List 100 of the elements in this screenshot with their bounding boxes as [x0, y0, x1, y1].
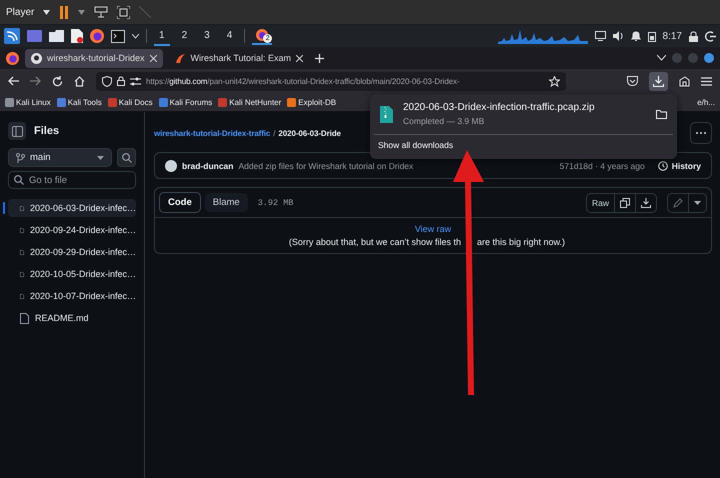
workspace-tab[interactable]: 3 [199, 26, 215, 46]
bookmark-icon [108, 98, 117, 106]
collapse-sidebar-button[interactable] [8, 122, 26, 140]
file-name: 2020-06-03-Dride [278, 128, 341, 138]
bookmark[interactable]: Kali Tools [56, 98, 102, 106]
workspace-tab[interactable]: 4 [222, 26, 238, 46]
disabled-icon [139, 6, 152, 18]
view-raw-link[interactable]: View raw [414, 224, 452, 234]
browser-tab[interactable]: wireshark-tutorial-Dridex [25, 48, 163, 68]
logout-icon[interactable] [705, 30, 716, 42]
download-item[interactable]: 2020-06-03-Dridex-infection-traffic.pcap.zip Completed — 3.9 MB [374, 98, 673, 130]
pocket-icon[interactable] [627, 76, 638, 86]
fullscreen-icon[interactable] [117, 6, 130, 18]
home-icon[interactable] [74, 76, 85, 86]
branch-icon [16, 152, 25, 162]
extensions-icon[interactable] [679, 76, 690, 86]
bookmark[interactable]: Kali Linux [5, 98, 51, 106]
file-tree-item[interactable]: 2020-09-29-Dridex-infec… [8, 243, 136, 261]
show-all-downloads-item[interactable]: Show all downloads [374, 139, 458, 155]
pause-icon[interactable] [59, 6, 70, 18]
go-to-file-field[interactable]: Go to file [8, 171, 136, 189]
caret-icon [97, 156, 104, 160]
sidebar-title: Files [34, 125, 60, 137]
commit-message[interactable]: Added zip files for Wireshark tutorial on Dridex [238, 160, 414, 170]
firefox-icon[interactable] [90, 29, 104, 43]
github-icon [31, 52, 42, 64]
browser-tab[interactable]: Wireshark Tutorial: Exam [168, 48, 310, 68]
sliders-icon [130, 76, 141, 86]
chevron-icon[interactable] [657, 55, 666, 61]
view-tab[interactable]: Code [159, 192, 201, 213]
zip-file-icon [380, 106, 393, 122]
bookmark-icon [5, 98, 14, 106]
volume-icon[interactable] [612, 31, 624, 41]
file-tree-item[interactable]: 2020-10-07-Dridex-infec… [8, 287, 136, 305]
copy-icon [620, 198, 630, 208]
bookmark[interactable]: Exploit-DB [287, 98, 336, 106]
menu-icon[interactable] [701, 76, 712, 86]
repository-link[interactable]: wireshark-tutorial-Dridex-traffic [154, 128, 270, 138]
network-icon[interactable] [94, 6, 108, 18]
bookmark[interactable]: Kali Forums [158, 98, 212, 106]
address-bar[interactable]: https://github.com/pan-unit42/wireshark-tutorial-Dridex-traffic/blob/main/2020-06-03-Dridex- [96, 72, 566, 90]
close-icon[interactable] [296, 54, 304, 62]
search-icon [14, 175, 24, 185]
terminal-icon[interactable] [111, 30, 125, 42]
lock-icon [117, 76, 125, 86]
file-tree-item[interactable]: 2020-09-24-Dridex-infec… [8, 221, 136, 239]
bookmark[interactable]: Kali Docs [108, 98, 153, 106]
file-size: 3.92 MB [258, 198, 294, 208]
bell-icon[interactable] [630, 30, 641, 42]
monitor-icon[interactable] [594, 31, 606, 41]
close-button[interactable] [704, 53, 714, 63]
workspace-tab[interactable]: 2 [176, 26, 192, 46]
folder-icon[interactable] [656, 110, 667, 118]
avatar [165, 160, 177, 172]
clock[interactable]: 8:17 [662, 30, 682, 42]
reload-icon[interactable] [52, 76, 63, 86]
branch-selector[interactable]: main [8, 148, 112, 167]
firefox-icon[interactable] [6, 52, 19, 64]
view-tab[interactable]: Blame [204, 193, 248, 212]
document-icon[interactable] [71, 29, 83, 43]
path-separator: / [273, 128, 276, 138]
back-icon[interactable] [8, 76, 19, 86]
file-too-large-notice: are this big right now.) [477, 237, 566, 247]
lock-icon[interactable] [689, 30, 698, 42]
bookmark[interactable]: Kali NetHunter [218, 98, 282, 106]
download-icon [653, 76, 664, 86]
caret-icon[interactable] [43, 10, 50, 14]
bookmark-icon [56, 98, 66, 106]
sidebar-icon [12, 126, 22, 136]
search-icon [122, 152, 132, 162]
battery-icon[interactable] [648, 30, 656, 42]
commit-author[interactable]: brad-duncan [182, 160, 234, 170]
bookmark[interactable]: e/h... [697, 98, 715, 106]
search-button[interactable] [117, 148, 136, 167]
close-icon[interactable] [150, 54, 157, 62]
bookmark-icon [218, 98, 228, 106]
shield-icon [102, 76, 112, 86]
url-text: https://github.com/pan-unit42/wireshark-tutorial-Dridex-traffic/blob/main/2020-06-03-Dridex- [146, 76, 460, 86]
bookmark-icon [287, 98, 296, 106]
file-icon [20, 312, 29, 324]
clock-icon [658, 160, 668, 170]
downloads-button[interactable] [649, 72, 668, 90]
plus-icon[interactable] [315, 54, 324, 62]
star-icon[interactable] [549, 76, 560, 86]
raw-button[interactable]: Raw [586, 194, 614, 212]
file-tree-item[interactable]: 2020-10-05-Dridex-infec… [8, 265, 136, 283]
folder-icon[interactable] [49, 30, 64, 42]
pencil-icon [673, 198, 683, 208]
player-menu[interactable]: Player [6, 6, 34, 18]
caret-icon[interactable] [132, 34, 139, 38]
file-tree-item[interactable]: README.md [8, 309, 136, 327]
download-icon [641, 198, 651, 208]
history-link[interactable]: History [658, 160, 701, 170]
forward-icon[interactable] [30, 76, 41, 86]
download-filename: 2020-06-03-Dridex-infection-traffic.pcap.zip [403, 102, 595, 113]
download-status: Completed — 3.9 MB [403, 116, 486, 126]
caret-icon [694, 200, 701, 204]
bookmark-icon [158, 98, 168, 106]
file-too-large-notice: (Sorry about that, but we can’t show files th [288, 237, 461, 247]
commit-info[interactable]: 571d18d · 4 years ago [560, 160, 645, 170]
